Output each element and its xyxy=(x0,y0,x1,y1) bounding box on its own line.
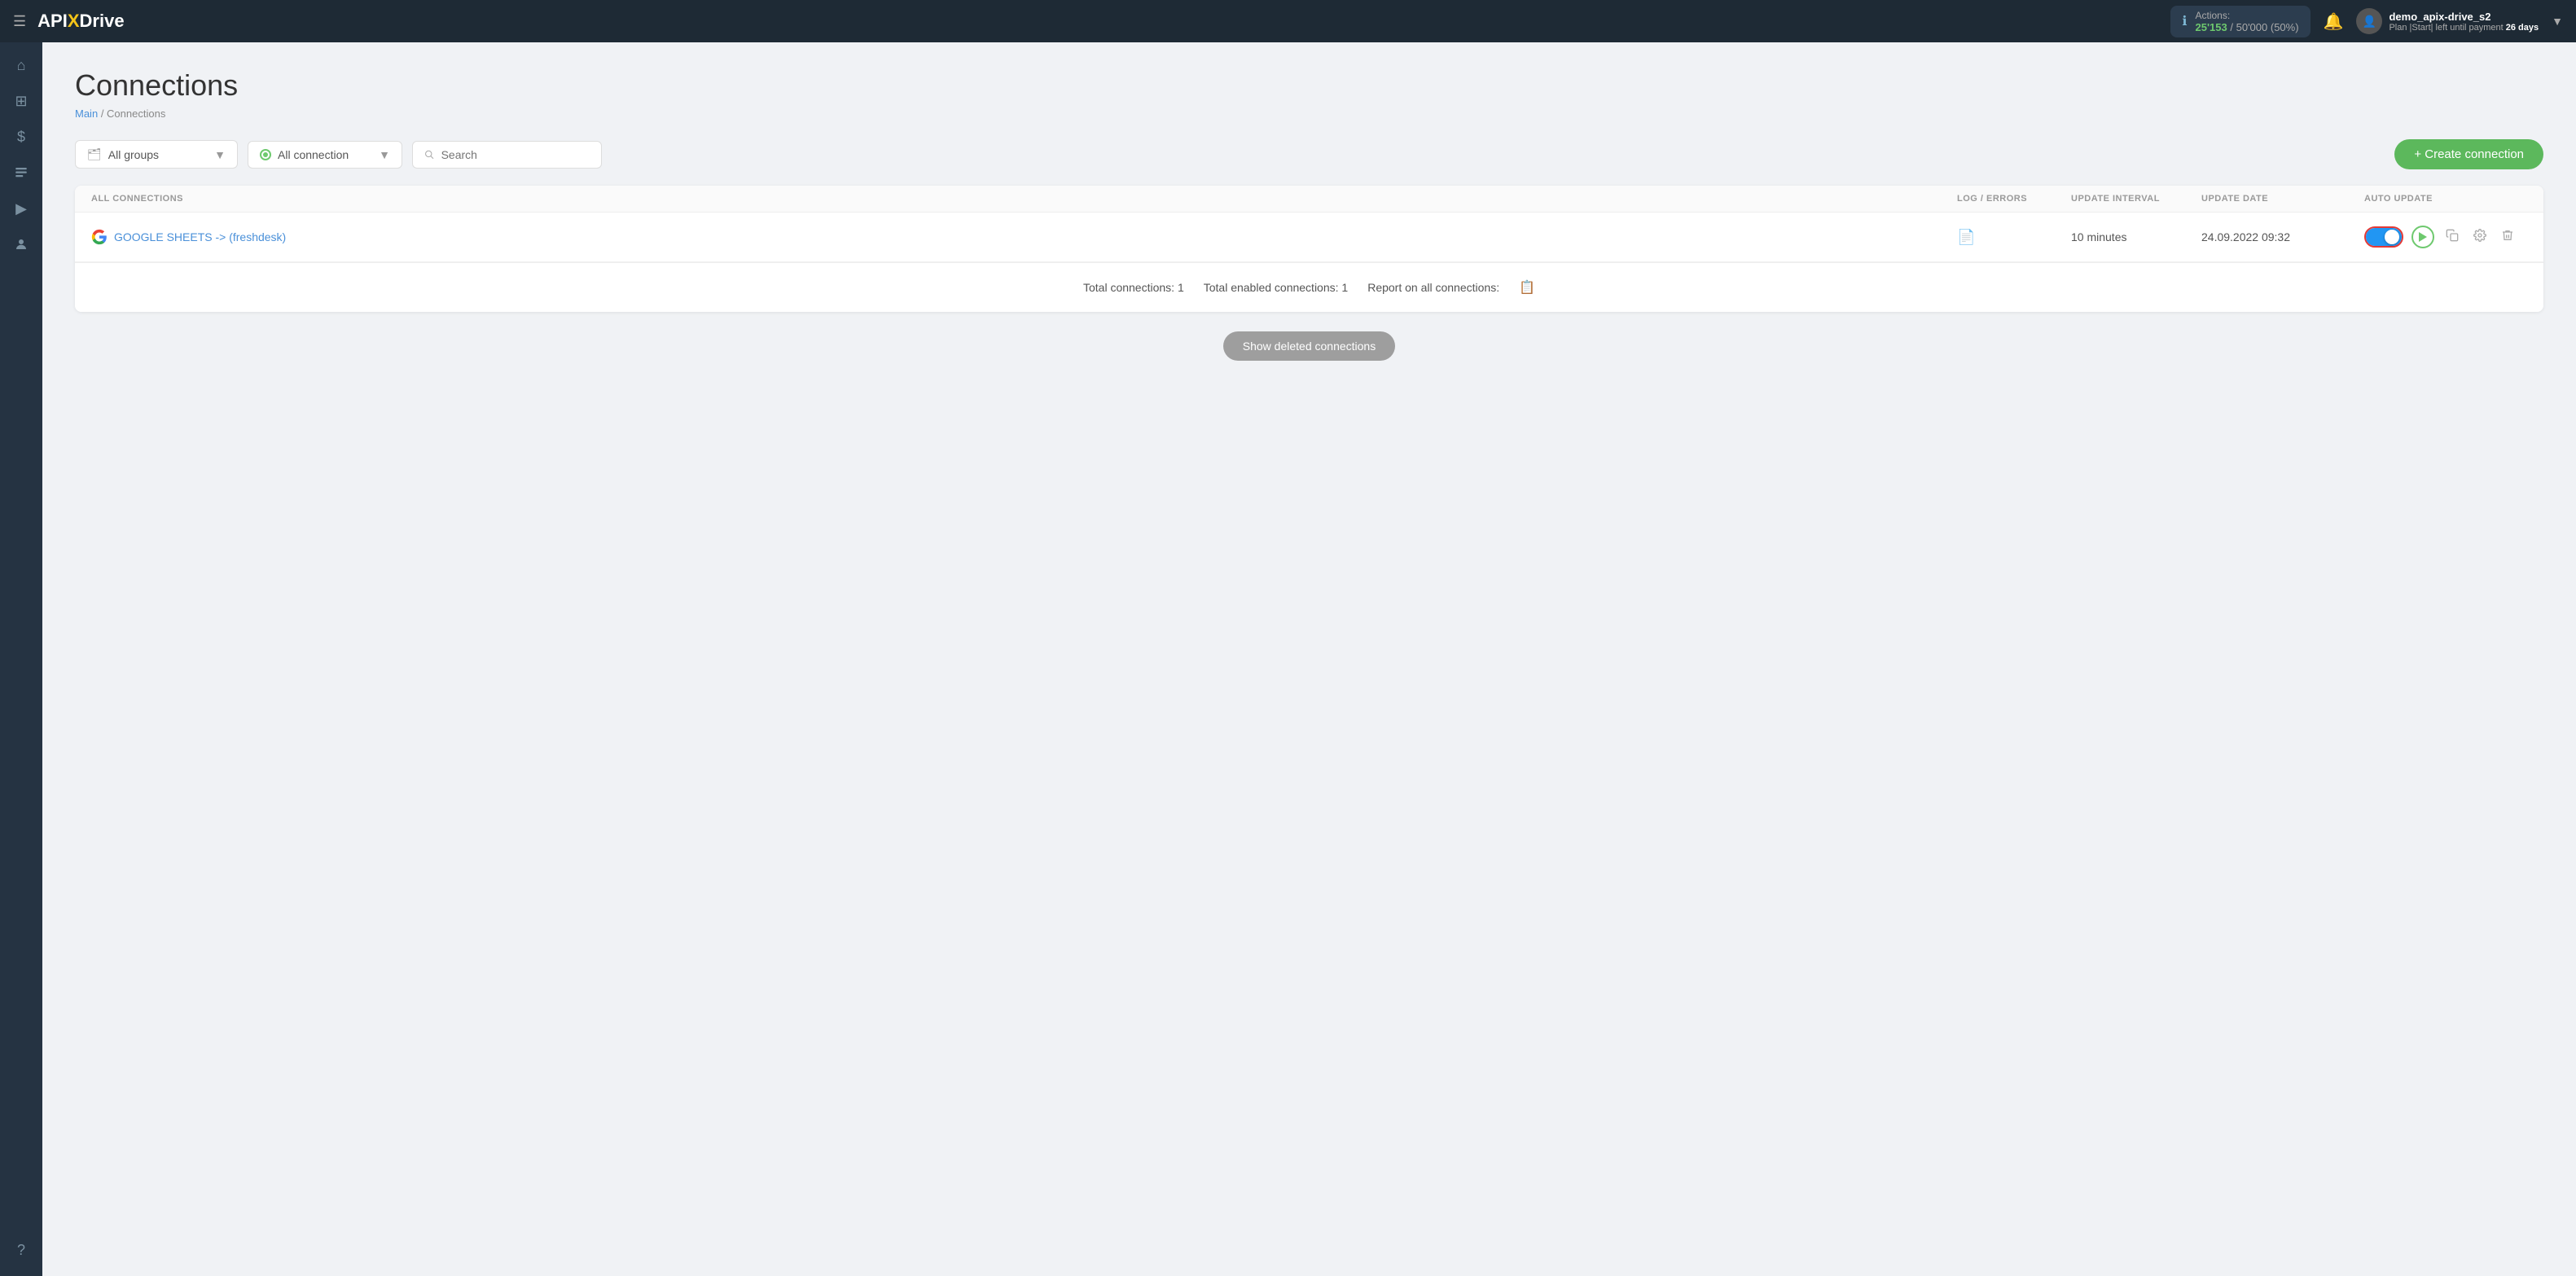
actions-label: Actions: xyxy=(2196,10,2299,21)
copy-icon xyxy=(2446,229,2459,242)
avatar: 👤 xyxy=(2356,8,2382,34)
user-chevron-icon[interactable]: ▼ xyxy=(2552,15,2563,28)
logo-api: API xyxy=(37,11,68,32)
connection-link[interactable]: GOOGLE SHEETS -> (freshdesk) xyxy=(114,230,286,243)
days-remaining: 26 days xyxy=(2506,23,2539,33)
run-button[interactable] xyxy=(2411,226,2434,248)
actions-used: 25'153 xyxy=(2196,21,2227,33)
sidebar-item-tasks[interactable] xyxy=(5,156,37,189)
delete-icon xyxy=(2501,229,2514,242)
main-content: Connections Main / Connections 🗂 All gro… xyxy=(42,42,2576,1276)
connection-name-cell: GOOGLE SHEETS -> (freshdesk) xyxy=(91,229,1957,245)
play-icon xyxy=(2419,232,2427,242)
logo-drive: Drive xyxy=(80,11,125,32)
sidebar-item-connections[interactable]: ⊞ xyxy=(5,85,37,117)
col-log: LOG / ERRORS xyxy=(1957,194,2071,204)
col-autoupdate: AUTO UPDATE xyxy=(2364,194,2527,204)
col-interval: UPDATE INTERVAL xyxy=(2071,194,2201,204)
report-label: Report on all connections: xyxy=(1367,281,1499,294)
page-title: Connections xyxy=(75,68,2543,103)
table-header: ALL CONNECTIONS LOG / ERRORS UPDATE INTE… xyxy=(75,186,2543,213)
connection-filter-label: All connection xyxy=(278,148,349,161)
show-deleted-area: Show deleted connections xyxy=(75,331,2543,361)
table-footer: Total connections: 1 Total enabled conne… xyxy=(75,262,2543,312)
show-deleted-button[interactable]: Show deleted connections xyxy=(1223,331,1395,361)
actions-total: 50'000 xyxy=(2236,21,2268,33)
app-body: ⌂ ⊞ $ ▶ ? Connections Main / Connections… xyxy=(0,42,2576,1276)
menu-icon[interactable]: ☰ xyxy=(13,13,26,30)
groups-chevron-icon: ▼ xyxy=(214,148,226,161)
breadcrumb: Main / Connections xyxy=(75,107,2543,120)
copy-button[interactable] xyxy=(2442,227,2462,248)
auto-update-controls xyxy=(2364,226,2527,248)
sidebar-item-billing[interactable]: $ xyxy=(5,121,37,153)
sidebar: ⌂ ⊞ $ ▶ ? xyxy=(0,42,42,1276)
logo-x: X xyxy=(68,11,80,32)
bell-icon[interactable]: 🔔 xyxy=(2324,11,2344,32)
col-date: UPDATE DATE xyxy=(2201,194,2364,204)
report-icon[interactable]: 📋 xyxy=(1519,279,1535,296)
interval-cell: 10 minutes xyxy=(2071,230,2201,243)
delete-button[interactable] xyxy=(2498,227,2517,248)
create-connection-label: + Create connection xyxy=(2414,147,2524,161)
user-name: demo_apix-drive_s2 xyxy=(2389,11,2539,23)
folder-icon: 🗂 xyxy=(87,147,102,161)
connection-filter-dropdown[interactable]: All connection ▼ xyxy=(248,141,402,169)
connections-table: ALL CONNECTIONS LOG / ERRORS UPDATE INTE… xyxy=(75,186,2543,312)
sidebar-item-profile[interactable] xyxy=(5,228,37,261)
table-row: GOOGLE SHEETS -> (freshdesk) 📄 10 minute… xyxy=(75,213,2543,262)
user-plan: Plan |Start| left until payment 26 days xyxy=(2389,23,2539,33)
connection-chevron-icon: ▼ xyxy=(379,148,390,161)
toolbar: 🗂 All groups ▼ All connection ▼ + Create… xyxy=(75,139,2543,169)
sidebar-item-media[interactable]: ▶ xyxy=(5,192,37,225)
log-cell: 📄 xyxy=(1957,229,2071,246)
actions-separator: / xyxy=(2230,21,2236,33)
top-header: ☰ APIXDrive ℹ Actions: 25'153 / 50'000 (… xyxy=(0,0,2576,42)
total-enabled-connections: Total enabled connections: 1 xyxy=(1204,281,1348,294)
actions-widget: ℹ Actions: 25'153 / 50'000 (50%) xyxy=(2170,6,2310,37)
sidebar-item-home[interactable]: ⌂ xyxy=(5,49,37,81)
user-info: demo_apix-drive_s2 Plan |Start| left unt… xyxy=(2389,11,2539,33)
logo: APIXDrive xyxy=(37,11,124,32)
groups-label: All groups xyxy=(108,148,159,161)
total-connections: Total connections: 1 xyxy=(1083,281,1184,294)
breadcrumb-current: Connections xyxy=(107,107,165,120)
google-icon xyxy=(91,229,108,245)
search-field[interactable] xyxy=(412,141,602,169)
settings-icon xyxy=(2473,229,2486,242)
user-area: 👤 demo_apix-drive_s2 Plan |Start| left u… xyxy=(2356,8,2563,34)
search-input[interactable] xyxy=(441,148,590,161)
actions-percent: (50%) xyxy=(2271,21,2299,33)
breadcrumb-main-link[interactable]: Main xyxy=(75,107,98,120)
status-dot-icon xyxy=(260,149,271,160)
breadcrumb-separator: / xyxy=(101,107,107,120)
auto-update-toggle[interactable] xyxy=(2364,226,2403,248)
log-icon[interactable]: 📄 xyxy=(1957,229,1975,245)
create-connection-button[interactable]: + Create connection xyxy=(2394,139,2543,169)
groups-dropdown[interactable]: 🗂 All groups ▼ xyxy=(75,140,238,169)
date-cell: 24.09.2022 09:32 xyxy=(2201,230,2364,243)
search-icon xyxy=(424,149,435,160)
info-icon: ℹ xyxy=(2182,13,2187,29)
sidebar-item-help[interactable]: ? xyxy=(5,1234,37,1266)
settings-button[interactable] xyxy=(2470,227,2490,248)
col-name: ALL CONNECTIONS xyxy=(91,194,1957,204)
